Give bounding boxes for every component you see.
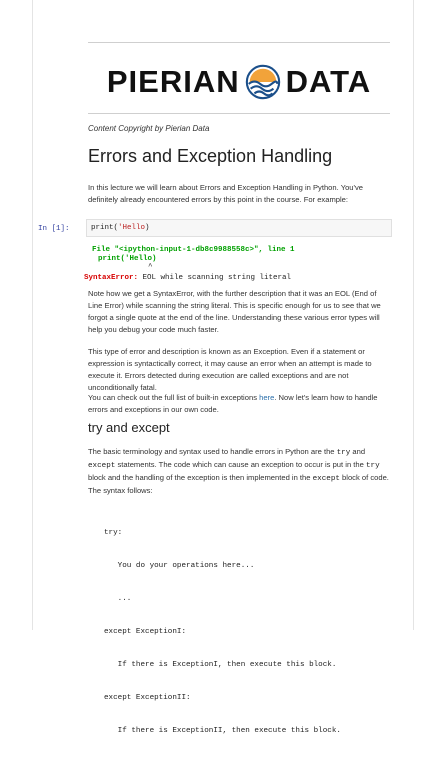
code-line: except ExceptionII: [104, 694, 191, 702]
logo-word-left: PIERIAN [106, 64, 240, 99]
keyword-try: try [336, 449, 351, 457]
pierian-wave-icon [245, 64, 280, 100]
top-divider [88, 42, 390, 43]
keyword-try: try [365, 462, 380, 470]
code-line: ... [104, 595, 132, 603]
logo-divider [88, 113, 390, 114]
syntax-error-paragraph: Note how we get a SyntaxError, with the … [88, 289, 381, 334]
error-name: SyntaxError: [84, 274, 139, 282]
section-title: try and except [88, 420, 170, 435]
traceback-file: File "<ipython-input-1-db8c9988558c>" [92, 246, 259, 254]
code-line: try: [104, 529, 123, 537]
code-string: 'Hello [118, 224, 146, 232]
traceback-caret: ^ [148, 263, 153, 271]
copyright-text: Content Copyright by Pierian Data [88, 124, 210, 133]
code-close-paren: ) [145, 224, 150, 232]
keyword-except: except [312, 475, 340, 483]
try-except-paragraph: The basic terminology and syntax used to… [88, 446, 390, 497]
code-line: If there is ExceptionI, then execute thi… [104, 661, 337, 669]
code-line: except ExceptionI: [104, 628, 187, 636]
builtin-exceptions-paragraph: You can check out the full list of built… [88, 392, 390, 416]
intro-paragraph: In this lecture we will learn about Erro… [88, 183, 363, 204]
exception-paragraph: This type of error and description is kn… [88, 347, 372, 392]
code-line: You do your operations here... [104, 562, 255, 570]
traceback-line-label: , line [258, 246, 291, 254]
para5-text-2: and [350, 447, 366, 456]
traceback-error-line: SyntaxError: EOL while scanning string l… [84, 274, 291, 283]
traceback-file-line: File "<ipython-input-1-db8c9988558c>", l… [92, 246, 295, 255]
builtin-exceptions-link[interactable]: here [259, 393, 274, 402]
notebook-page: PIERIAN DATA Content Copyright by Pieria… [0, 0, 446, 735]
code-cell-input[interactable]: print('Hello) [86, 219, 392, 237]
para4-text-before: You can check out the full list of built… [88, 393, 260, 402]
para5-text-1: The basic terminology and syntax used to… [88, 447, 337, 456]
code-function: print( [91, 224, 119, 232]
para5-text-4: block and the handling of the exception … [88, 473, 313, 482]
para5-text-3: statements. The code which can cause an … [115, 460, 366, 469]
error-message: EOL while scanning string literal [138, 274, 292, 282]
keyword-except: except [88, 462, 116, 470]
syntax-code-block: try: You do your operations here... ... … [104, 506, 341, 759]
pierian-data-logo: PIERIAN DATA [88, 62, 390, 102]
logo-word-right: DATA [285, 64, 372, 99]
page-title: Errors and Exception Handling [88, 146, 333, 166]
traceback-line-number: 1 [290, 246, 295, 254]
cell-prompt: In [1]: [38, 225, 70, 233]
code-line: If there is ExceptionII, then execute th… [104, 727, 341, 735]
